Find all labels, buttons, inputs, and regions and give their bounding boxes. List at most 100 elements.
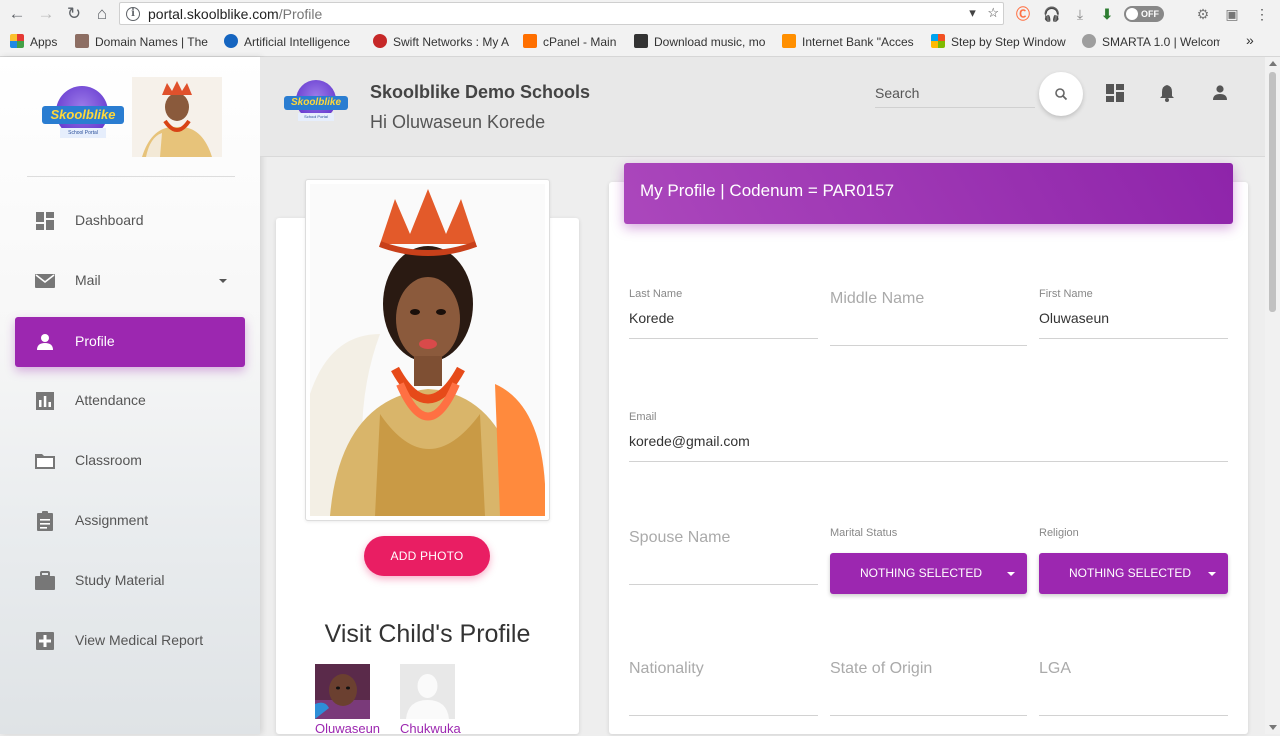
extension-box-icon[interactable]: ▣ (1222, 4, 1242, 24)
profile-photo (310, 184, 545, 516)
extension-c-icon[interactable]: Ⓒ (1013, 4, 1033, 24)
sidebar-item-label: Profile (75, 333, 115, 349)
nationality-field[interactable]: Nationality (629, 660, 818, 716)
child-avatar[interactable] (400, 664, 455, 719)
first-name-label: First Name (1039, 288, 1093, 300)
search-button[interactable] (1039, 72, 1083, 116)
spouse-name-placeholder[interactable]: Spouse Name (629, 529, 818, 547)
bookmark-favicon-icon (782, 34, 796, 48)
extension-gear-icon[interactable]: ⚙ (1193, 4, 1213, 24)
nationality-placeholder[interactable]: Nationality (629, 660, 818, 678)
home-icon[interactable]: ⌂ (91, 3, 113, 25)
forward-icon[interactable]: → (35, 3, 57, 25)
headphones-icon[interactable]: 🎧 (1042, 4, 1062, 24)
bookmark-star-icon[interactable]: ☆ (987, 5, 999, 20)
religion-select[interactable]: NOTHING SELECTED (1039, 553, 1228, 594)
bookmark-cpanel[interactable]: cPanel - Main (523, 34, 623, 49)
header-logo-subtext: School Portal (298, 113, 334, 121)
bookmark-favicon-icon (373, 34, 387, 48)
sidebar-item-assignment[interactable]: Assignment (15, 496, 245, 546)
bookmark-domain-names[interactable]: Domain Names | The (75, 34, 210, 49)
browser-menu-icon[interactable]: ⋮ (1252, 4, 1272, 24)
lga-field[interactable]: LGA (1039, 660, 1228, 716)
field-underline (1039, 338, 1228, 339)
last-name-field[interactable]: Last Name Korede (629, 288, 818, 339)
bookmark-internet-bank[interactable]: Internet Bank "Acces (782, 34, 918, 49)
bookmark-smarta[interactable]: SMARTA 1.0 | Welcom (1082, 34, 1220, 49)
sidebar-item-profile[interactable]: Profile (15, 317, 245, 367)
download-tray-icon[interactable]: ⤓ (1070, 4, 1090, 24)
child-profile-chukwuka[interactable]: Chukwuka (400, 664, 472, 736)
dropdown-caret-icon[interactable]: ▾ (969, 5, 976, 20)
page-scrollbar[interactable] (1265, 57, 1280, 734)
bookmark-ai[interactable]: Artificial Intelligence (224, 34, 356, 49)
url-text: portal.skoolblike.com/Profile (148, 6, 323, 22)
bookmarks-bar: Apps Domain Names | The Artificial Intel… (0, 30, 1280, 54)
notifications-bell-icon[interactable] (1157, 83, 1177, 103)
email-field[interactable]: Email korede@gmail.com (629, 411, 1228, 462)
bookmark-favicon-icon (1082, 34, 1096, 48)
dashboard-grid-icon[interactable] (1105, 83, 1125, 103)
scrollbar-thumb[interactable] (1269, 72, 1276, 312)
spouse-name-field[interactable]: Spouse Name (629, 529, 818, 585)
extension-off-toggle[interactable]: OFF (1124, 6, 1164, 22)
sidebar-item-medical-report[interactable]: View Medical Report (15, 616, 245, 666)
site-info-icon[interactable]: i (126, 7, 140, 21)
sidebar-divider (27, 176, 235, 177)
header-logo-badge: Skoolblike School Portal (284, 79, 348, 129)
back-icon[interactable]: ← (6, 3, 28, 25)
sidebar-item-mail[interactable]: Mail (15, 256, 245, 306)
account-person-icon[interactable] (1210, 83, 1230, 103)
sidebar-item-study-material[interactable]: Study Material (15, 556, 245, 606)
religion-label: Religion (1039, 527, 1079, 539)
greeting-text: Hi Oluwaseun Korede (370, 112, 546, 132)
bar-chart-icon (36, 392, 54, 410)
scroll-up-icon[interactable] (1269, 61, 1277, 66)
school-name: Skoolblike Demo Schools (370, 82, 591, 102)
bookmark-apps[interactable]: Apps (10, 34, 68, 49)
chevron-down-icon (219, 279, 227, 283)
middle-name-field[interactable]: Middle Name (830, 290, 1027, 346)
add-photo-button[interactable]: ADD PHOTO (364, 536, 490, 576)
field-underline (629, 584, 818, 585)
user-avatar[interactable] (132, 77, 222, 157)
dashboard-icon (36, 212, 54, 230)
download-arrow-icon[interactable]: ⬇ (1097, 4, 1117, 24)
state-of-origin-placeholder[interactable]: State of Origin (830, 660, 1027, 678)
address-bar[interactable]: i portal.skoolblike.com/Profile ▾ ☆ (119, 2, 1004, 25)
marital-status-select[interactable]: NOTHING SELECTED (830, 553, 1027, 594)
school-logo[interactable]: Skoolblike School Portal (42, 84, 124, 144)
scroll-down-icon[interactable] (1269, 725, 1277, 730)
bookmarks-overflow-icon[interactable]: » (1246, 32, 1254, 48)
last-name-label: Last Name (629, 288, 683, 300)
bookmark-swift[interactable]: Swift Networks : My A (373, 34, 510, 49)
sidebar-item-dashboard[interactable]: Dashboard (15, 196, 245, 246)
lga-placeholder[interactable]: LGA (1039, 660, 1228, 678)
sidebar-item-label: Classroom (75, 452, 142, 468)
profile-card-title: My Profile | Codenum = PAR0157 (640, 181, 895, 200)
first-name-value[interactable]: Oluwaseun (1039, 310, 1228, 326)
search-input[interactable]: Search (875, 84, 1035, 108)
search-icon (1055, 88, 1068, 101)
bookmark-label: Domain Names | The (95, 35, 208, 49)
child-avatar[interactable] (315, 664, 370, 719)
bookmark-download-music[interactable]: Download music, mo (634, 34, 770, 49)
logo-badge: Skoolblike School Portal (42, 84, 124, 144)
first-name-field[interactable]: First Name Oluwaseun (1039, 288, 1228, 339)
browser-toolbar: ← → ↻ ⌂ i portal.skoolblike.com/Profile … (0, 0, 1280, 28)
state-of-origin-field[interactable]: State of Origin (830, 660, 1027, 716)
marital-status-value: NOTHING SELECTED (860, 566, 983, 580)
reload-icon[interactable]: ↻ (63, 3, 85, 25)
marital-status-field: Marital Status (830, 527, 1027, 539)
child-profile-oluwaseun[interactable]: Oluwaseun (315, 664, 387, 736)
bookmark-favicon-icon (634, 34, 648, 48)
email-value[interactable]: korede@gmail.com (629, 433, 1228, 449)
sidebar-item-classroom[interactable]: Classroom (15, 436, 245, 486)
header-school-logo[interactable]: Skoolblike School Portal (284, 79, 348, 129)
mail-icon (35, 274, 55, 288)
middle-name-placeholder[interactable]: Middle Name (830, 290, 1027, 308)
bookmark-favicon-icon (523, 34, 537, 48)
bookmark-step-by-step[interactable]: Step by Step Window (931, 34, 1069, 49)
sidebar-item-attendance[interactable]: Attendance (15, 376, 245, 426)
last-name-value[interactable]: Korede (629, 310, 818, 326)
